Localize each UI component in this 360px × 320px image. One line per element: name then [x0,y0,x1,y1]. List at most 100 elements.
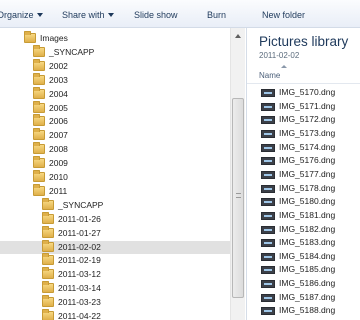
file-name: IMG_5172.dng [279,114,336,125]
nav-folder-item[interactable]: _SYNCAPP [0,197,230,212]
nav-folder-label: 2002 [49,60,68,71]
dng-file-icon [261,266,275,275]
folder-icon [33,183,45,196]
nav-folder-item[interactable]: 2011-03-12 [0,267,230,281]
file-name: IMG_5180.dng [279,196,336,207]
nav-folder-item[interactable]: 2011-03-14 [0,281,230,295]
folder-icon [33,72,45,85]
nav-folder-item[interactable]: 2003 [0,72,230,87]
nav-folder-label: 2011-02-19 [58,255,101,266]
folder-icon [33,86,45,99]
nav-folder-label: _SYNCAPP [58,199,104,210]
burn-button[interactable]: Burn [207,9,226,21]
slide-show-button[interactable]: Slide show [134,9,178,21]
nav-folder-label: 2007 [49,130,68,141]
nav-folder-label: 2011 [49,185,68,196]
file-row[interactable]: IMG_5176.dng [247,154,360,167]
organize-menu[interactable]: Organize [0,9,43,21]
folder-icon [42,253,54,266]
nav-folder-item[interactable]: 2011-02-19 [0,253,230,267]
chevron-down-icon [107,13,114,17]
file-row[interactable]: IMG_5177.dng [247,168,360,181]
folder-icon [33,100,45,113]
nav-folder-item[interactable]: 2007 [0,128,230,142]
nav-folder-label: 2011-04-22 [58,311,101,320]
folder-icon [33,44,45,57]
file-name: IMG_5173.dng [279,127,336,138]
dng-file-icon [261,198,275,207]
dng-file-icon [261,293,275,302]
nav-folder-item[interactable]: 2011 [0,183,230,198]
file-row[interactable]: IMG_5172.dng [247,113,360,126]
dng-file-icon [261,252,275,261]
nav-folder-item[interactable]: 2011-01-26 [0,211,230,226]
file-row[interactable]: IMG_5181.dng [247,209,360,222]
nav-folder-item[interactable]: 2005 [0,100,230,115]
file-row[interactable]: IMG_5185.dng [247,263,360,276]
nav-folder-item[interactable]: 2009 [0,156,230,170]
nav-folder-item[interactable]: 2004 [0,86,230,101]
file-name: IMG_5181.dng [279,209,336,220]
file-row[interactable]: IMG_5178.dng [247,182,360,195]
grip-icon [236,193,241,198]
nav-folder-item[interactable]: 2006 [0,114,230,128]
dng-file-icon [261,102,275,111]
nav-folder-item[interactable]: 2011-04-22 [0,309,230,320]
folder-icon [33,114,45,127]
new-folder-button[interactable]: New folder [262,9,305,21]
column-header-name[interactable]: Name [247,62,360,84]
nav-folder-label: 2011-03-23 [58,297,101,308]
folder-icon [33,58,45,71]
file-row[interactable]: IMG_5180.dng [247,195,360,208]
nav-folder-label: 2011-01-26 [58,213,101,224]
nav-folder-item[interactable]: 2011-02-02 [0,239,230,254]
dng-file-icon [261,170,275,179]
nav-folder-label: 2011-01-27 [58,227,101,238]
file-row[interactable]: IMG_5173.dng [247,127,360,140]
nav-folder-label: 2006 [49,116,68,127]
file-name: IMG_5183.dng [279,237,336,248]
file-row[interactable]: IMG_5170.dng [247,86,360,99]
file-row[interactable]: IMG_5174.dng [247,141,360,154]
file-row[interactable]: IMG_5184.dng [247,250,360,263]
scrollbar-thumb[interactable] [232,98,244,298]
dng-file-icon [261,116,275,125]
share-with-menu[interactable]: Share with [62,9,114,21]
folder-icon [33,170,45,182]
folder-icon [33,156,45,169]
dng-file-icon [261,143,275,152]
nav-scrollbar[interactable] [230,28,245,320]
file-row[interactable]: IMG_5182.dng [247,223,360,236]
nav-folder-item[interactable]: 2011-03-23 [0,295,230,309]
nav-folder-item[interactable]: 2008 [0,142,230,156]
nav-folder-label: 2010 [49,172,68,182]
nav-folder-label: 2008 [49,144,68,155]
scroll-up-arrow-icon[interactable] [235,34,241,38]
nav-folder-item[interactable]: 2010 [0,170,230,184]
file-name: IMG_5170.dng [279,87,336,97]
nav-folder-item[interactable]: _SYNCAPP [0,44,230,59]
file-row[interactable]: IMG_5188.dng [247,304,360,317]
folder-icon [42,211,54,224]
column-name-label: Name [259,71,281,80]
folder-icon [42,197,54,210]
nav-folder-item[interactable]: 2002 [0,58,230,73]
nav-folder-label: 2011-03-14 [58,283,101,294]
nav-folder-item[interactable]: 2011-01-27 [0,225,230,240]
folder-icon [33,128,45,141]
file-name: IMG_5184.dng [279,250,336,261]
nav-folder-label: 2004 [49,88,68,99]
navigation-pane: Images _SYNCAPP 2002 2003 2004 2005 2006 2007 20… [0,28,248,320]
file-row[interactable]: IMG_5187.dng [247,291,360,304]
file-row[interactable]: IMG_5183.dng [247,236,360,249]
nav-folder-item[interactable]: Images [0,31,230,45]
nav-folder-label: 2011-02-02 [58,241,101,252]
dng-file-icon [261,280,275,289]
dng-file-icon [261,89,275,97]
file-row[interactable]: IMG_5171.dng [247,100,360,113]
folder-icon [42,295,54,308]
dng-file-icon [261,211,275,220]
sort-up-icon [281,65,287,68]
folder-icon [33,142,45,155]
file-row[interactable]: IMG_5186.dng [247,277,360,290]
